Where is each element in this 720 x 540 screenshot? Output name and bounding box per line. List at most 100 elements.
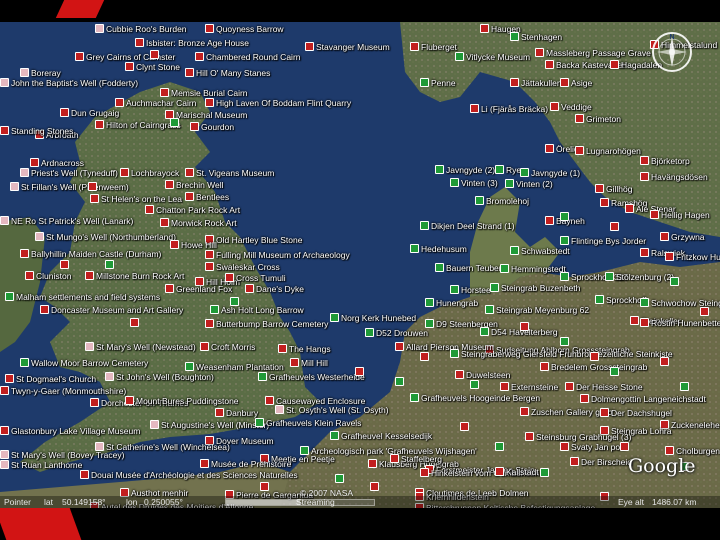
placemark[interactable]: Javngyde (2)	[435, 165, 495, 175]
placemark-icon[interactable]	[225, 273, 234, 282]
placemark[interactable]: Lugnarohögen	[575, 146, 641, 156]
placemark-icon[interactable]	[665, 446, 674, 455]
placemark-icon[interactable]	[165, 180, 174, 189]
placemark-icon[interactable]	[455, 52, 464, 61]
placemark[interactable]: Stavanger Museum	[305, 42, 390, 52]
placemark-icon[interactable]	[485, 305, 494, 314]
placemark[interactable]: Morwick Rock Art	[160, 218, 237, 228]
placemark[interactable]: Örelid	[545, 144, 579, 154]
placemark[interactable]: Grafheuvels Hoogeinde Bergen	[410, 393, 540, 403]
placemark-icon[interactable]	[95, 442, 104, 451]
placemark-icon[interactable]	[205, 24, 214, 33]
placemark[interactable]: Weasenham Plantation	[185, 362, 284, 372]
placemark-icon[interactable]	[520, 322, 529, 331]
placemark[interactable]: Havängsdösen	[640, 172, 708, 182]
placemark-icon[interactable]	[160, 88, 169, 97]
placemark-icon[interactable]	[575, 146, 584, 155]
placemark[interactable]: Bredelem Grosssteingrab	[540, 362, 647, 372]
placemark-icon[interactable]	[205, 98, 214, 107]
placemark[interactable]: Grafheuvels Westerheide	[258, 372, 365, 382]
placemark-icon[interactable]	[560, 212, 569, 221]
placemark-icon[interactable]	[185, 68, 194, 77]
placemark-icon[interactable]	[495, 467, 504, 476]
placemark-icon[interactable]	[435, 263, 444, 272]
placemark-icon[interactable]	[368, 459, 377, 468]
placemark-icon[interactable]	[610, 367, 619, 376]
placemark-icon[interactable]	[60, 260, 69, 269]
placemark-icon[interactable]	[185, 192, 194, 201]
placemark-icon[interactable]	[560, 272, 569, 281]
placemark-icon[interactable]	[535, 48, 544, 57]
placemark-icon[interactable]	[25, 271, 34, 280]
placemark-icon[interactable]	[0, 450, 9, 459]
placemark-icon[interactable]	[490, 283, 499, 292]
placemark-icon[interactable]	[660, 232, 669, 241]
placemark-icon[interactable]	[185, 362, 194, 371]
placemark-icon[interactable]	[105, 260, 114, 269]
placemark[interactable]: St Dogmael's Church	[5, 374, 96, 384]
placemark[interactable]: St Ruan Lanthorne	[0, 460, 82, 470]
placemark-icon[interactable]	[120, 168, 129, 177]
placemark-icon[interactable]	[275, 405, 284, 414]
placemark-icon[interactable]	[395, 377, 404, 386]
placemark[interactable]: Dane's Dyke	[245, 284, 304, 294]
placemark[interactable]: Duwelsteen	[455, 370, 510, 380]
placemark-icon[interactable]	[540, 362, 549, 371]
placemark[interactable]: Lochbrayock	[120, 168, 179, 178]
placemark[interactable]: Jättakullen	[510, 78, 562, 88]
placemark-icon[interactable]	[205, 250, 214, 259]
placemark[interactable]: Fluberget	[410, 42, 457, 52]
placemark[interactable]: Norg Kerk Hunebed	[330, 313, 416, 323]
placemark[interactable]: St. Osyth's Well (St. Osyth)	[275, 405, 389, 415]
placemark[interactable]: Zuschen Gallery grab	[520, 407, 612, 417]
placemark[interactable]: Steingrab Meyenburg 62	[485, 305, 589, 315]
placemark[interactable]: Glastonbury Lake Village Museum	[0, 426, 140, 436]
placemark-icon[interactable]	[625, 204, 634, 213]
placemark-icon[interactable]	[80, 470, 89, 479]
placemark[interactable]: Doncaster Museum and Art Gallery	[40, 305, 183, 315]
placemark[interactable]: Boreray	[20, 68, 61, 78]
placemark-icon[interactable]	[85, 342, 94, 351]
placemark[interactable]: Penne	[420, 78, 456, 88]
placemark[interactable]: High Laven Of Boddam Flint Quarry	[205, 98, 351, 108]
placemark[interactable]: Grzywna	[660, 232, 705, 242]
placemark[interactable]: Chambered Round Cairn	[195, 52, 301, 62]
placemark-icon[interactable]	[355, 367, 364, 376]
placemark[interactable]: D54 Havelterberg	[480, 327, 558, 337]
placemark[interactable]: Ash Holt Long Barrow	[210, 305, 304, 315]
placemark[interactable]: Malham settlements and field systems	[5, 292, 160, 302]
placemark-icon[interactable]	[190, 122, 199, 131]
placemark-icon[interactable]	[365, 328, 374, 337]
placemark[interactable]: Memsie Burial Cairn	[160, 88, 248, 98]
placemark-icon[interactable]	[95, 24, 104, 33]
placemark[interactable]: Bauern Teuber	[435, 263, 502, 273]
placemark-icon[interactable]	[560, 337, 569, 346]
placemark-icon[interactable]	[210, 305, 219, 314]
placemark-icon[interactable]	[130, 318, 139, 327]
placemark[interactable]: Dikjen Deel Strand (1)	[420, 221, 515, 231]
placemark-icon[interactable]	[200, 342, 209, 351]
placemark-icon[interactable]	[470, 104, 479, 113]
placemark-icon[interactable]	[640, 298, 649, 307]
placemark-icon[interactable]	[90, 398, 99, 407]
placemark-icon[interactable]	[370, 482, 379, 491]
placemark-icon[interactable]	[640, 248, 649, 257]
placemark[interactable]: Schwabstedt	[510, 246, 570, 256]
placemark-icon[interactable]	[105, 372, 114, 381]
placemark-icon[interactable]	[95, 120, 104, 129]
placemark[interactable]: Veddige	[550, 102, 592, 112]
placemark-icon[interactable]	[520, 168, 529, 177]
placemark[interactable]: Björketorp	[640, 156, 690, 166]
placemark-icon[interactable]	[545, 144, 554, 153]
placemark[interactable]: St Mary's Well (Newstead)	[85, 342, 196, 352]
placemark-icon[interactable]	[410, 393, 419, 402]
placemark[interactable]: Stolzenburg (2)	[605, 272, 674, 282]
placemark[interactable]: Millstone Burn Rock Art	[85, 271, 184, 281]
placemark-icon[interactable]	[255, 418, 264, 427]
placemark-icon[interactable]	[510, 246, 519, 255]
placemark-icon[interactable]	[35, 232, 44, 241]
placemark-icon[interactable]	[560, 78, 569, 87]
placemark-icon[interactable]	[500, 264, 509, 273]
placemark-icon[interactable]	[290, 358, 299, 367]
placemark[interactable]: Steinsburg Grabhugel (3)	[525, 432, 631, 442]
